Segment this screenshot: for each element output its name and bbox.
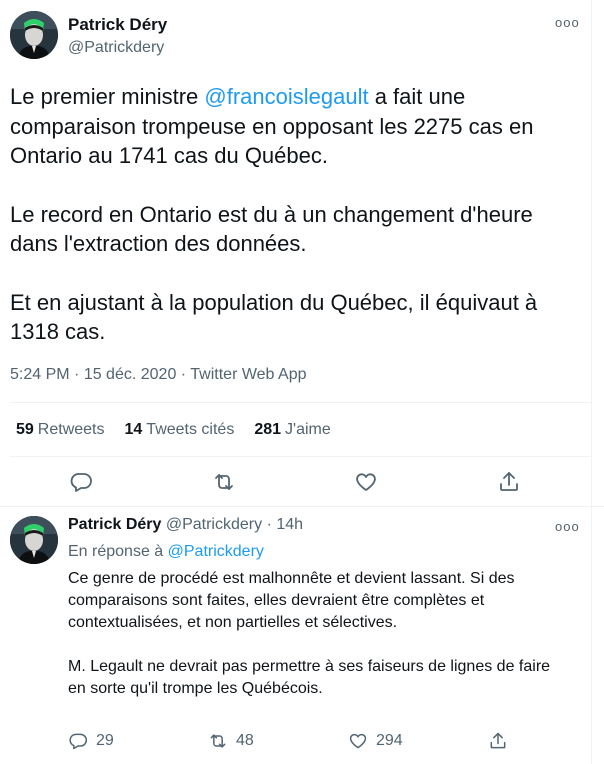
- reply-time[interactable]: · 14h: [267, 516, 303, 533]
- likes-label: J'aime: [285, 421, 331, 438]
- avatar-image: [10, 11, 58, 59]
- likes-count: 281: [254, 421, 282, 438]
- quotes-label: Tweets cités: [146, 421, 235, 438]
- retweets-count: 59: [16, 421, 34, 438]
- reply-paragraph: M. Legault ne devrait pas permettre à se…: [68, 658, 551, 697]
- share-icon: [490, 732, 506, 749]
- retweets-stat[interactable]: 59 Retweets: [16, 421, 105, 439]
- retweets-label: Retweets: [37, 421, 105, 438]
- retweet-button[interactable]: [204, 462, 244, 502]
- reply-paragraph: Ce genre de procédé est malhonnête et de…: [68, 570, 515, 631]
- share-button[interactable]: [488, 731, 508, 751]
- retweet-icon: [214, 474, 233, 490]
- author-handle[interactable]: @Patrickdery: [68, 39, 164, 57]
- like-icon: [356, 473, 377, 491]
- retweet-button[interactable]: 48: [208, 731, 278, 751]
- divider: [10, 402, 592, 403]
- share-icon: [499, 472, 518, 491]
- reply-header: Patrick Déry @Patrickdery · 14h: [68, 516, 303, 534]
- author-name[interactable]: Patrick Déry: [68, 15, 167, 35]
- reply-icon: [69, 733, 88, 750]
- retweet-icon: [210, 734, 226, 748]
- meta-separator: ·: [69, 366, 84, 383]
- tweet-paragraph: Le premier ministre @francoislegault a f…: [10, 82, 580, 171]
- tweet-paragraph: Le record en Ontario est du à un changem…: [10, 201, 533, 257]
- like-icon: [349, 733, 367, 749]
- tweet-time[interactable]: 5:24 PM: [10, 366, 70, 383]
- tweet-paragraph: Et en ajustant à la population du Québec…: [10, 289, 538, 345]
- tweet-date[interactable]: 15 déc. 2020: [84, 366, 177, 383]
- reply-author-handle[interactable]: @Patrickdery: [166, 516, 262, 533]
- reply-actions: 29 48 294: [68, 728, 508, 754]
- reply-text: Ce genre de procédé est malhonnête et de…: [68, 568, 568, 700]
- mention-link[interactable]: @Patrickdery: [168, 543, 264, 560]
- avatar[interactable]: [10, 11, 58, 59]
- like-button[interactable]: [346, 462, 386, 502]
- more-icon[interactable]: ooo: [555, 519, 580, 534]
- tweet-meta: 5:24 PM · 15 déc. 2020 · Twitter Web App: [10, 366, 306, 384]
- tweet-actions: [10, 462, 580, 502]
- avatar-image: [10, 516, 58, 564]
- like-count: 294: [376, 732, 403, 749]
- quote-tweets-stat[interactable]: 14 Tweets cités: [125, 421, 235, 439]
- divider: [10, 456, 592, 457]
- avatar[interactable]: [10, 516, 58, 564]
- meta-separator: ·: [176, 366, 191, 383]
- tweet-text: Le premier ministre @francoislegault a f…: [10, 82, 580, 347]
- mention-link[interactable]: @francoislegault: [204, 84, 368, 109]
- reply-context: En réponse à @Patrickdery: [68, 543, 264, 561]
- tweet-source[interactable]: Twitter Web App: [190, 366, 306, 383]
- reply-count: 29: [96, 732, 114, 749]
- reply-button[interactable]: [61, 462, 101, 502]
- reply-context-label: En réponse à: [68, 543, 168, 560]
- more-icon[interactable]: ooo: [555, 15, 580, 30]
- tweet-separator: [0, 506, 604, 507]
- retweet-count: 48: [236, 732, 254, 749]
- likes-stat[interactable]: 281 J'aime: [254, 421, 330, 439]
- share-button[interactable]: [489, 462, 529, 502]
- tweet-stats: 59 Retweets 14 Tweets cités 281 J'aime: [16, 421, 331, 439]
- reply-icon: [70, 473, 93, 492]
- like-button[interactable]: 294: [348, 731, 418, 751]
- reply-button[interactable]: 29: [68, 731, 138, 751]
- reply-author-name[interactable]: Patrick Déry: [68, 516, 161, 533]
- quotes-count: 14: [124, 421, 143, 438]
- tweet-text-segment: Le premier ministre: [10, 84, 205, 109]
